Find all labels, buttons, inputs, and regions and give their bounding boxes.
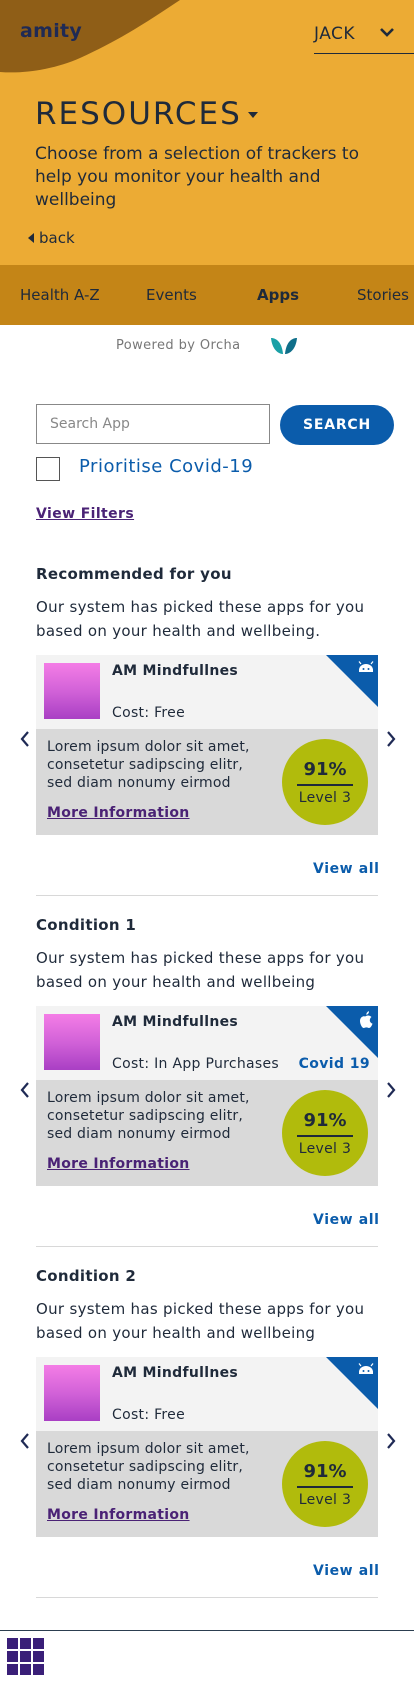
app-thumbnail xyxy=(44,1014,100,1070)
tab-apps[interactable]: Apps xyxy=(257,265,299,325)
page-subtitle: Choose from a selection of trackers to h… xyxy=(35,144,359,210)
apple-icon xyxy=(326,1006,378,1058)
app-cost: Cost: Free xyxy=(112,1407,185,1423)
section-condition-1: Condition 1 Our system has picked these … xyxy=(0,916,414,1248)
app-name: AM Mindfullnes xyxy=(112,1014,239,1030)
score-divider xyxy=(297,784,353,786)
more-information-link[interactable]: More Information xyxy=(47,805,190,821)
section-description: Our system has picked these apps for you… xyxy=(36,1300,365,1342)
more-information-link[interactable]: More Information xyxy=(47,1156,190,1172)
section-condition-2: Condition 2 Our system has picked these … xyxy=(0,1267,414,1599)
score-badge: 91% Level 3 xyxy=(282,739,368,825)
user-menu[interactable]: JACK xyxy=(314,22,414,54)
view-filters-link[interactable]: View Filters xyxy=(36,506,134,522)
back-link[interactable]: back xyxy=(28,229,75,247)
chevron-left-icon[interactable] xyxy=(17,1431,33,1451)
android-icon xyxy=(326,655,378,707)
score-level: Level 3 xyxy=(298,790,352,806)
section-divider xyxy=(36,1597,378,1598)
chevron-right-icon[interactable] xyxy=(383,1080,399,1100)
view-all-link[interactable]: View all xyxy=(313,861,380,877)
caret-left-icon xyxy=(28,233,34,243)
chevron-left-icon[interactable] xyxy=(17,729,33,749)
chevron-right-icon[interactable] xyxy=(383,729,399,749)
section-title: Recommended for you xyxy=(36,565,232,583)
footer-divider xyxy=(0,1630,414,1631)
view-all-link[interactable]: View all xyxy=(313,1212,380,1228)
tab-events[interactable]: Events xyxy=(146,265,197,325)
score-percent: 91% xyxy=(303,759,347,780)
chevron-right-icon[interactable] xyxy=(383,1431,399,1451)
section-divider xyxy=(36,1246,378,1247)
app-cost: Cost: In App Purchases xyxy=(112,1056,280,1072)
app-card[interactable]: AM Mindfullnes Cost: Free Lorem ipsum do… xyxy=(36,1357,378,1537)
page-title: RESOURCES xyxy=(35,96,242,132)
prioritise-covid-checkbox[interactable] xyxy=(36,457,60,481)
caret-down-icon[interactable] xyxy=(248,112,258,118)
section-description: Our system has picked these apps for you… xyxy=(36,598,365,640)
search-input[interactable] xyxy=(36,404,270,444)
orcha-logo-icon xyxy=(271,338,297,354)
app-thumbnail xyxy=(44,1365,100,1421)
app-grid-icon[interactable] xyxy=(7,1638,45,1676)
chevron-left-icon[interactable] xyxy=(17,1080,33,1100)
score-badge: 91% Level 3 xyxy=(282,1441,368,1527)
app-card[interactable]: AM Mindfullnes Cost: In App Purchases Co… xyxy=(36,1006,378,1186)
score-percent: 91% xyxy=(303,1461,347,1482)
score-level: Level 3 xyxy=(298,1492,352,1508)
tab-health-a-z[interactable]: Health A-Z xyxy=(20,265,100,325)
user-name: JACK xyxy=(314,24,356,44)
app-card-body: Lorem ipsum dolor sit amet, consetetur s… xyxy=(36,1080,378,1186)
nav-tabs: Health A-Z Events Apps Stories xyxy=(0,265,414,325)
section-description: Our system has picked these apps for you… xyxy=(36,949,365,991)
score-percent: 91% xyxy=(303,1110,347,1131)
back-label: back xyxy=(39,229,75,247)
amity-logo[interactable]: amity xyxy=(20,20,82,42)
app-card-body: Lorem ipsum dolor sit amet, consetetur s… xyxy=(36,729,378,835)
app-description: Lorem ipsum dolor sit amet, consetetur s… xyxy=(47,1090,250,1142)
app-name: AM Mindfullnes xyxy=(112,1365,239,1381)
android-icon xyxy=(326,1357,378,1409)
tab-stories[interactable]: Stories xyxy=(357,265,409,325)
score-level: Level 3 xyxy=(298,1141,352,1157)
more-information-link[interactable]: More Information xyxy=(47,1507,190,1523)
score-divider xyxy=(297,1135,353,1137)
covid-tag: Covid 19 xyxy=(298,1056,370,1072)
section-title: Condition 1 xyxy=(36,916,137,934)
app-card-body: Lorem ipsum dolor sit amet, consetetur s… xyxy=(36,1431,378,1537)
view-all-link[interactable]: View all xyxy=(313,1563,380,1579)
section-title: Condition 2 xyxy=(36,1267,137,1285)
app-description: Lorem ipsum dolor sit amet, consetetur s… xyxy=(47,1441,250,1493)
app-card[interactable]: AM Mindfullnes Cost: Free Lorem ipsum do… xyxy=(36,655,378,835)
score-divider xyxy=(297,1486,353,1488)
section-recommended: Recommended for you Our system has picke… xyxy=(0,565,414,897)
app-cost: Cost: Free xyxy=(112,705,185,721)
search-button[interactable]: SEARCH xyxy=(280,405,394,445)
page-header: amity JACK RESOURCES Choose from a selec… xyxy=(0,0,414,265)
app-description: Lorem ipsum dolor sit amet, consetetur s… xyxy=(47,739,250,791)
app-name: AM Mindfullnes xyxy=(112,663,239,679)
section-divider xyxy=(36,895,378,896)
powered-by-label: Powered by Orcha xyxy=(116,338,241,353)
app-thumbnail xyxy=(44,663,100,719)
prioritise-covid-label[interactable]: Prioritise Covid-19 xyxy=(79,456,253,477)
chevron-down-icon xyxy=(380,28,394,37)
score-badge: 91% Level 3 xyxy=(282,1090,368,1176)
